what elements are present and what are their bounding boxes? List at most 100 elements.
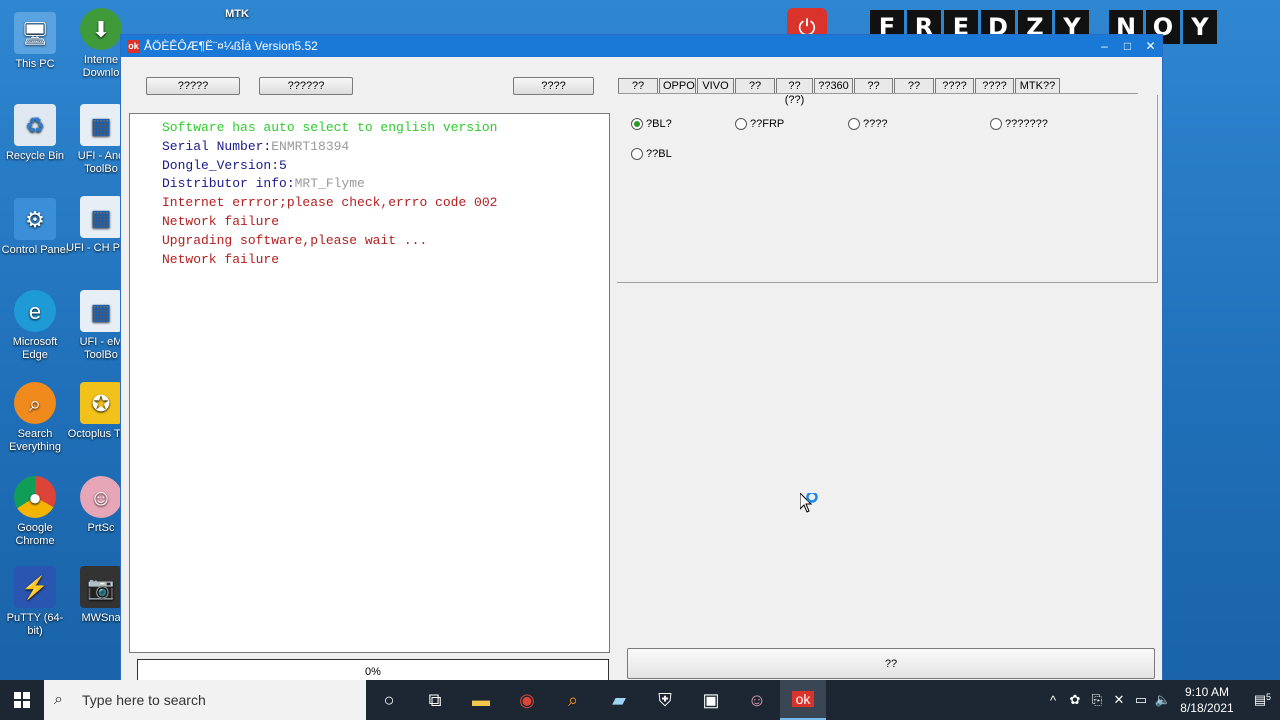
windows-logo-icon bbox=[14, 692, 30, 708]
clock[interactable]: 9:10 AM 8/18/2021 bbox=[1174, 684, 1240, 716]
radio-label: ??????? bbox=[1005, 118, 1048, 130]
putty-icon: ⚡ bbox=[14, 566, 56, 608]
search-icon: ⌕ bbox=[54, 691, 63, 708]
camera-taskbar-icon[interactable]: ▣ bbox=[688, 680, 734, 720]
recycle-bin-icon: ♻ bbox=[14, 104, 56, 146]
tab-7[interactable]: ?? bbox=[854, 78, 893, 94]
taskbar: ⌕ Type here to search ○ ⧉ ▬ ◉ ⌕ ▰ ⛨ ▣ ☺ … bbox=[0, 680, 1280, 720]
chrome-taskbar-icon[interactable]: ◉ bbox=[504, 680, 550, 720]
desktop-icon-putty[interactable]: ⚡ PuTTY (64-bit) bbox=[0, 566, 70, 638]
notepad-taskbar-icon[interactable]: ▰ bbox=[596, 680, 642, 720]
prtsc-taskbar-icon[interactable]: ☺ bbox=[734, 680, 780, 720]
progress-label: 0% bbox=[365, 666, 381, 678]
search-everything-taskbar-icon[interactable]: ⌕ bbox=[550, 680, 596, 720]
log-text: Internet errror;please check,errro code … bbox=[162, 195, 498, 211]
desktop-icon-label: Search Everything bbox=[9, 428, 61, 453]
radio-label: ??BL bbox=[646, 148, 672, 160]
app-window: ok ÅÖÈÊÔÆ¶Ë¨¤¼ßÎá Version5.52 – □ ✕ ????… bbox=[120, 34, 1163, 683]
camera-icon: 📷 bbox=[80, 566, 122, 608]
radio-label: ?BL? bbox=[646, 118, 672, 130]
tab-mtk[interactable]: MTK?? bbox=[1015, 78, 1060, 94]
desktop-icon-label: Control Panel bbox=[1, 244, 69, 256]
volume-icon[interactable]: 🔈 bbox=[1152, 692, 1174, 708]
title-bar[interactable]: ok ÅÖÈÊÔÆ¶Ë¨¤¼ßÎá Version5.52 – □ ✕ bbox=[121, 35, 1162, 57]
taskbar-search[interactable]: ⌕ Type here to search bbox=[44, 680, 366, 720]
log-text: Upgrading software,please wait ... bbox=[162, 232, 428, 248]
log-line: Network failure bbox=[162, 251, 609, 270]
desktop-icon-this-pc[interactable]: 🖥 This PC bbox=[0, 12, 70, 71]
desktop-icon-label: Microsoft Edge bbox=[12, 336, 58, 361]
desktop-icon-mtk[interactable]: MTK bbox=[202, 8, 272, 21]
notification-center-icon[interactable]: ▤ 5 bbox=[1240, 692, 1280, 708]
desktop-icon-edge[interactable]: e Microsoft Edge bbox=[0, 290, 70, 362]
log-text: Network failure bbox=[162, 213, 280, 229]
radio-icon bbox=[848, 118, 860, 130]
toolbar-button-3[interactable]: ???? bbox=[513, 77, 594, 95]
tab-360[interactable]: ??360 bbox=[814, 78, 853, 94]
radio-option-4[interactable]: ??????? bbox=[990, 118, 1048, 130]
control-panel-icon: ⚙ bbox=[14, 198, 56, 240]
tray-usb-icon[interactable]: ⎘ bbox=[1086, 692, 1108, 708]
chevron-up-icon[interactable]: ^ bbox=[1042, 693, 1064, 708]
minimize-button[interactable]: – bbox=[1093, 39, 1116, 53]
desktop-icon-label: Google Chrome bbox=[15, 522, 55, 547]
log-output[interactable]: Software has auto select to english vers… bbox=[129, 113, 610, 653]
desktop-icon-search-everything[interactable]: ⌕ Search Everything bbox=[0, 382, 70, 454]
radio-icon bbox=[990, 118, 1002, 130]
log-line: Internet errror;please check,errro code … bbox=[162, 194, 609, 213]
tab-divider bbox=[618, 93, 1138, 94]
log-text: Distributor info: bbox=[162, 176, 295, 192]
log-line: Network failure bbox=[162, 213, 609, 232]
security-shield-icon[interactable]: ⛨ bbox=[642, 680, 688, 720]
tab-5[interactable]: ??(??) bbox=[776, 78, 813, 106]
toolbar-button-2[interactable]: ?????? bbox=[259, 77, 353, 95]
cortana-icon[interactable]: ○ bbox=[366, 680, 412, 720]
close-button[interactable]: ✕ bbox=[1139, 39, 1162, 53]
banner-letter: Y bbox=[1183, 10, 1217, 44]
desktop-icon-label: MTK bbox=[225, 8, 249, 20]
tab-oppo[interactable]: OPPO bbox=[659, 78, 696, 94]
desktop-icon-chrome[interactable]: ● Google Chrome bbox=[0, 476, 70, 548]
radio-checked-icon bbox=[631, 118, 643, 130]
desktop-icon-label: Recycle Bin bbox=[5, 150, 65, 162]
notification-count: 5 bbox=[1265, 692, 1271, 702]
tab-9[interactable]: ???? bbox=[935, 78, 974, 94]
radio-label: ???? bbox=[863, 118, 888, 130]
desktop-icon-recycle-bin[interactable]: ♻ Recycle Bin bbox=[0, 104, 70, 163]
execute-button[interactable]: ?? bbox=[627, 648, 1155, 679]
desktop-icon-label: This PC bbox=[15, 58, 55, 70]
tab-vivo[interactable]: VIVO bbox=[697, 78, 734, 94]
tab-1[interactable]: ?? bbox=[618, 78, 658, 94]
radio-option-3[interactable]: ???? bbox=[848, 118, 887, 130]
log-line: Dongle_Version:5 bbox=[162, 157, 609, 176]
tab-10[interactable]: ???? bbox=[975, 78, 1014, 94]
system-tray: ^ ✿ ⎘ ✕ ▭ 🔈 9:10 AM 8/18/2021 ▤ 5 bbox=[1042, 680, 1280, 720]
log-line: Software has auto select to english vers… bbox=[162, 119, 609, 138]
distributor-value: MRT_Flyme bbox=[294, 176, 365, 192]
tab-strip: ?? OPPO VIVO ?? ??(??) ??360 ?? ?? ???? … bbox=[618, 78, 1061, 106]
network-icon[interactable]: ▭ bbox=[1130, 692, 1152, 708]
tab-8[interactable]: ?? bbox=[894, 78, 934, 94]
start-button[interactable] bbox=[0, 680, 44, 720]
file-explorer-icon[interactable]: ▬ bbox=[458, 680, 504, 720]
task-view-icon[interactable]: ⧉ bbox=[412, 680, 458, 720]
tray-network-off-icon[interactable]: ✕ bbox=[1108, 692, 1130, 708]
desktop-icon-control-panel[interactable]: ⚙ Control Panel bbox=[0, 198, 70, 257]
anime-girl-icon: ☺ bbox=[80, 476, 122, 518]
maximize-button[interactable]: □ bbox=[1116, 39, 1139, 53]
log-text: Serial Number: bbox=[162, 138, 272, 154]
radio-option-frp[interactable]: ??FRP bbox=[735, 118, 784, 130]
magnifier-icon: ⌕ bbox=[14, 382, 56, 424]
edge-icon: e bbox=[14, 290, 56, 332]
radio-label: ??FRP bbox=[750, 118, 785, 130]
toolbar-button-1[interactable]: ????? bbox=[146, 77, 240, 95]
app-taskbar-icon[interactable]: ok bbox=[780, 680, 826, 720]
tab-panel: ?BL? ??FRP ???? ??????? ??BL bbox=[617, 95, 1158, 283]
log-text: Software has auto select to english vers… bbox=[162, 120, 498, 135]
tray-app-icon[interactable]: ✿ bbox=[1064, 692, 1086, 708]
radio-option-bl[interactable]: ??BL bbox=[631, 148, 672, 160]
tab-4[interactable]: ?? bbox=[735, 78, 775, 94]
radio-option-1[interactable]: ?BL? bbox=[631, 118, 672, 130]
radio-icon bbox=[631, 148, 643, 160]
ufi-icon: ▦ bbox=[80, 196, 122, 238]
